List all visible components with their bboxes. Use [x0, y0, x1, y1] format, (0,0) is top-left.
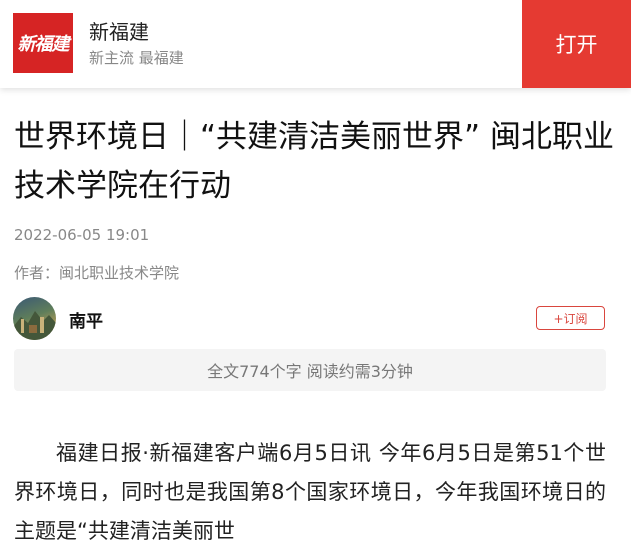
channel-avatar[interactable]	[13, 297, 56, 340]
app-logo[interactable]: 新福建	[13, 13, 73, 73]
article-title: 世界环境日｜“共建清洁美丽世界” 闽北职业技术学院在行动	[14, 119, 614, 204]
reading-time-bar: 全文774个字 阅读约需3分钟	[14, 349, 606, 391]
app-slogan: 新主流 最福建	[89, 49, 184, 67]
publish-date: 2022-06-05 19:01	[14, 226, 150, 244]
open-app-button[interactable]: 打开	[522, 0, 631, 88]
channel-name[interactable]: 南平	[69, 307, 103, 332]
landscape-icon	[13, 311, 56, 340]
app-name: 新福建	[89, 20, 149, 44]
subscribe-button[interactable]: +订阅	[536, 306, 605, 330]
logo-text: 新福建	[17, 34, 70, 55]
article-body: 福建日报·新福建客户端6月5日讯 今年6月5日是第51个世界环境日，同时也是我国…	[14, 441, 606, 543]
article-author: 作者：闽北职业技术学院	[14, 264, 180, 282]
app-banner: 新福建 新福建 新主流 最福建 打开	[0, 0, 631, 88]
